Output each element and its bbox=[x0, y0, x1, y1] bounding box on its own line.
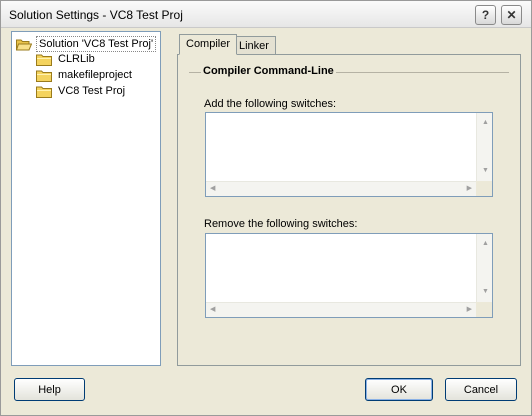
tree-item-label: Solution 'VC8 Test Proj' bbox=[36, 36, 157, 52]
scrollbar-corner bbox=[476, 181, 492, 196]
scroll-left-icon[interactable]: ◀ bbox=[210, 185, 215, 193]
cancel-button[interactable]: Cancel bbox=[445, 378, 517, 401]
scrollbar-corner bbox=[476, 302, 492, 317]
cancel-button-label: Cancel bbox=[463, 383, 499, 396]
tab-linker[interactable]: Linker bbox=[232, 36, 276, 54]
add-switches-label: Add the following switches: bbox=[204, 98, 337, 110]
add-switches-textarea[interactable]: ▲ ▼ ◀ ▶ bbox=[205, 112, 493, 197]
scroll-right-icon[interactable]: ▶ bbox=[467, 185, 472, 193]
tree-item-solution[interactable]: Solution 'VC8 Test Proj' bbox=[16, 36, 157, 52]
tree-item-label: makefileproject bbox=[58, 69, 132, 81]
ok-button-label: OK bbox=[391, 383, 407, 396]
close-icon: ✕ bbox=[506, 8, 517, 22]
ok-button[interactable]: OK bbox=[365, 378, 433, 401]
open-folder-icon bbox=[16, 38, 32, 51]
close-title-button[interactable]: ✕ bbox=[501, 5, 522, 25]
remove-switches-label: Remove the following switches: bbox=[204, 218, 358, 230]
dialog-window: Solution Settings - VC8 Test Proj ? ✕ So… bbox=[0, 0, 532, 416]
title-bar[interactable]: Solution Settings - VC8 Test Proj ? ✕ bbox=[1, 1, 531, 28]
folder-icon bbox=[36, 53, 52, 66]
question-mark-icon: ? bbox=[481, 8, 490, 22]
tab-compiler[interactable]: Compiler bbox=[179, 34, 238, 55]
tab-label: Compiler bbox=[186, 38, 231, 50]
group-title: Compiler Command-Line bbox=[201, 65, 336, 77]
vertical-scrollbar[interactable]: ▲ ▼ bbox=[476, 113, 492, 181]
scroll-up-icon[interactable]: ▲ bbox=[482, 119, 489, 127]
vertical-scrollbar[interactable]: ▲ ▼ bbox=[476, 234, 492, 302]
help-title-button[interactable]: ? bbox=[475, 5, 496, 25]
help-button[interactable]: Help bbox=[14, 378, 85, 401]
window-title: Solution Settings - VC8 Test Proj bbox=[9, 8, 183, 22]
scroll-down-icon[interactable]: ▼ bbox=[482, 288, 489, 296]
tree-item-label: VC8 Test Proj bbox=[58, 85, 126, 97]
scroll-right-icon[interactable]: ▶ bbox=[467, 306, 472, 314]
scroll-down-icon[interactable]: ▼ bbox=[482, 167, 489, 175]
tree-item-makefileproject[interactable]: makefileproject bbox=[36, 68, 134, 82]
folder-icon bbox=[36, 85, 52, 98]
scroll-left-icon[interactable]: ◀ bbox=[210, 306, 215, 314]
solution-tree[interactable]: Solution 'VC8 Test Proj' CLRLib makefile… bbox=[11, 31, 161, 366]
horizontal-scrollbar[interactable]: ◀ ▶ bbox=[206, 181, 476, 196]
scroll-up-icon[interactable]: ▲ bbox=[482, 240, 489, 248]
tab-label: Linker bbox=[239, 40, 269, 52]
tree-item-vc8-test-proj[interactable]: VC8 Test Proj bbox=[36, 84, 127, 98]
tree-item-clrlib[interactable]: CLRLib bbox=[36, 52, 97, 66]
horizontal-scrollbar[interactable]: ◀ ▶ bbox=[206, 302, 476, 317]
folder-icon bbox=[36, 69, 52, 82]
help-button-label: Help bbox=[38, 383, 61, 396]
tree-item-label: CLRLib bbox=[58, 53, 95, 65]
remove-switches-textarea[interactable]: ▲ ▼ ◀ ▶ bbox=[205, 233, 493, 318]
